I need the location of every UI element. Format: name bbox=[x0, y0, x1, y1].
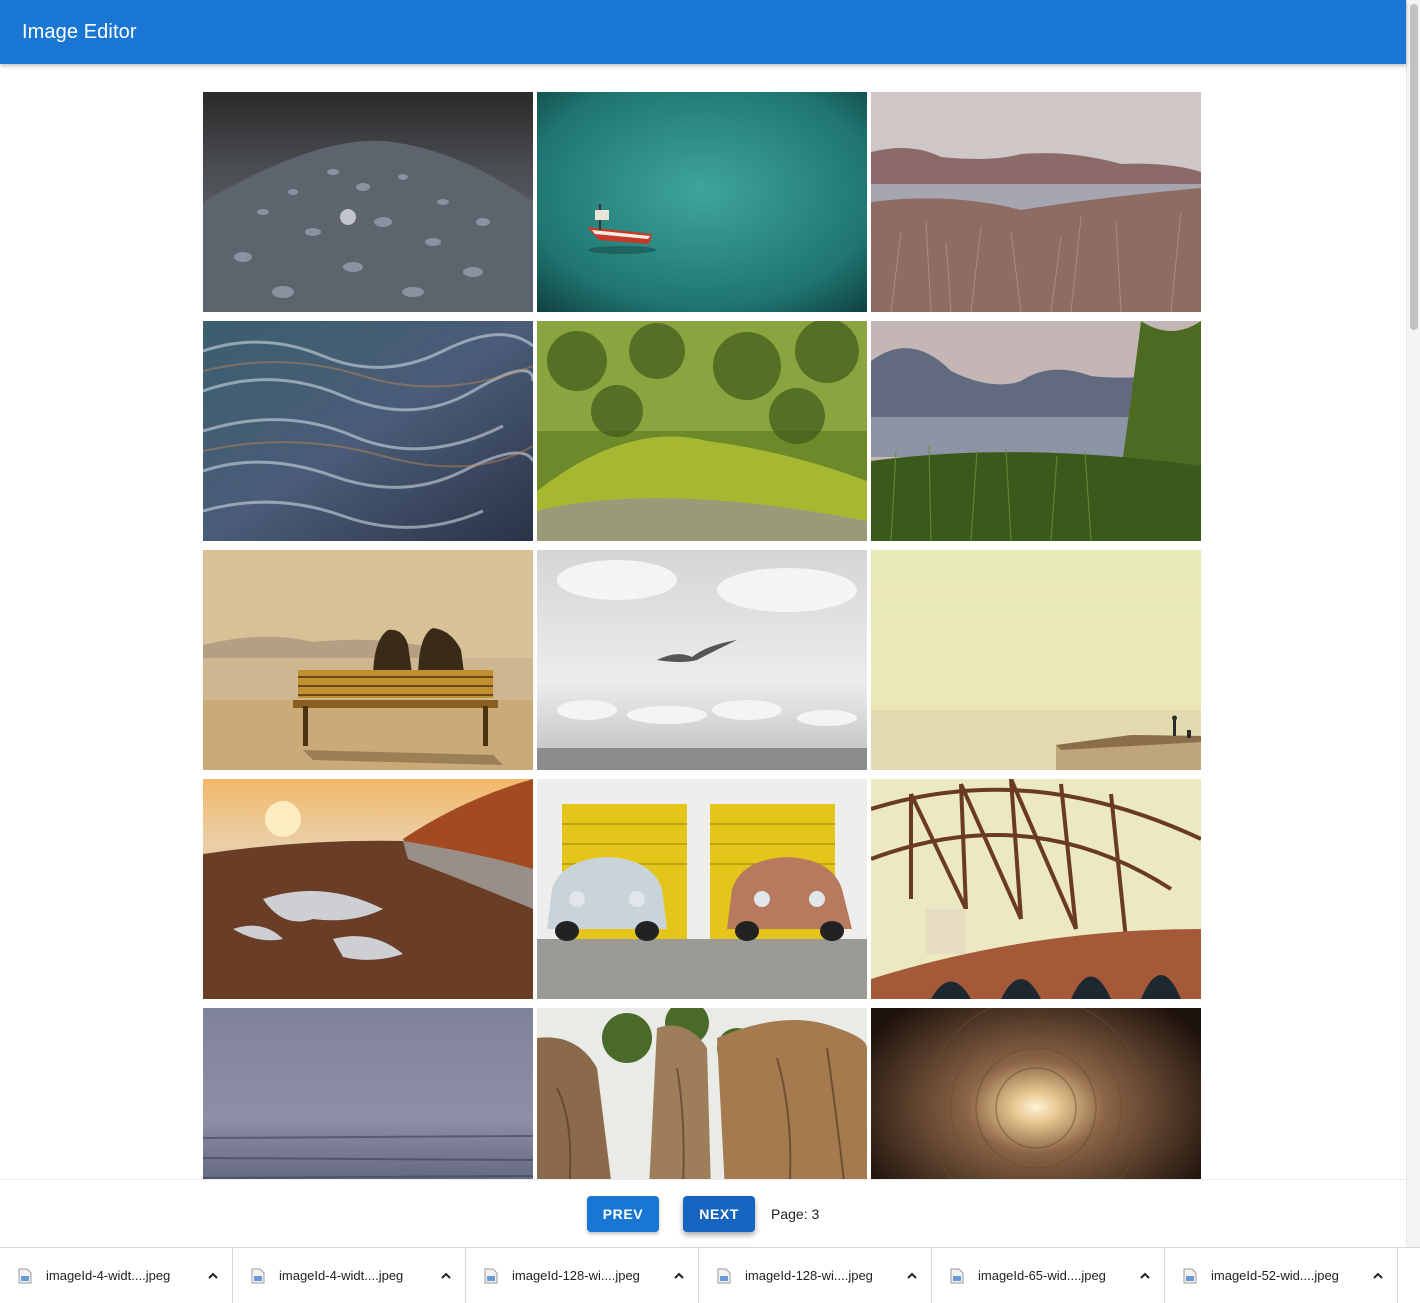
gallery-tile[interactable] bbox=[871, 92, 1201, 312]
app-bar: Image Editor bbox=[0, 0, 1406, 64]
page-indicator: Page: 3 bbox=[771, 1205, 820, 1222]
rippling-water-photo bbox=[203, 321, 533, 541]
download-item[interactable]: imageId-128-wi....jpeg bbox=[466, 1248, 699, 1303]
gallery-tile[interactable] bbox=[537, 321, 867, 541]
seagull-clouds-photo bbox=[537, 550, 867, 770]
page-scrollbar[interactable] bbox=[1406, 0, 1420, 1247]
gallery-tile[interactable] bbox=[203, 779, 533, 999]
download-item[interactable]: imageId-52-wid....jpeg bbox=[1165, 1248, 1398, 1303]
download-filename: imageId-52-wid....jpeg bbox=[1211, 1268, 1339, 1283]
chevron-up-icon[interactable] bbox=[206, 1269, 220, 1283]
chevron-up-icon[interactable] bbox=[905, 1269, 919, 1283]
download-filename: imageId-4-widt....jpeg bbox=[279, 1268, 404, 1283]
mossy-forest-photo bbox=[537, 321, 867, 541]
bridge-arches-photo bbox=[871, 779, 1201, 999]
chevron-up-icon[interactable] bbox=[1371, 1269, 1385, 1283]
gallery-tile[interactable] bbox=[871, 550, 1201, 770]
download-item[interactable]: imageId-4-widt....jpeg bbox=[233, 1248, 466, 1303]
image-file-icon bbox=[18, 1268, 32, 1283]
couple-on-bench-photo bbox=[203, 550, 533, 770]
download-item[interactable]: imageId-4-widt....jpeg bbox=[0, 1248, 233, 1303]
misty-sea-photo bbox=[203, 1008, 533, 1179]
pagination-bar: PREV NEXT Page: 3 bbox=[0, 1179, 1406, 1247]
download-item[interactable]: imageId-65-wid....jpeg bbox=[932, 1248, 1165, 1303]
download-filename: imageId-65-wid....jpeg bbox=[978, 1268, 1106, 1283]
download-filename: imageId-128-wi....jpeg bbox=[512, 1268, 640, 1283]
image-file-icon bbox=[251, 1268, 265, 1283]
sunset-puddle-road-photo bbox=[203, 779, 533, 999]
sandstone-rocks-photo bbox=[537, 1008, 867, 1179]
downloads-bar: imageId-4-widt....jpeg imageId-4-widt...… bbox=[0, 1247, 1420, 1303]
tunnel-light-photo bbox=[871, 1008, 1201, 1179]
chevron-up-icon[interactable] bbox=[672, 1269, 686, 1283]
gallery-tile[interactable] bbox=[203, 92, 533, 312]
gallery-tile[interactable] bbox=[871, 1008, 1201, 1179]
app-title: Image Editor bbox=[22, 20, 137, 43]
gallery-tile[interactable] bbox=[203, 1008, 533, 1179]
next-button[interactable]: NEXT bbox=[683, 1195, 755, 1232]
image-file-icon bbox=[717, 1268, 731, 1283]
gallery-viewport bbox=[0, 64, 1406, 1179]
image-file-icon bbox=[950, 1268, 964, 1283]
chevron-up-icon[interactable] bbox=[439, 1269, 453, 1283]
scrollbar-thumb[interactable] bbox=[1410, 4, 1418, 330]
gallery-tile[interactable] bbox=[871, 779, 1201, 999]
download-item[interactable]: imageId-128-wi....jpeg bbox=[699, 1248, 932, 1303]
gallery-tile[interactable] bbox=[871, 321, 1201, 541]
image-grid bbox=[203, 92, 1201, 1179]
gallery-tile[interactable] bbox=[203, 321, 533, 541]
hazy-sea-pier-photo bbox=[871, 550, 1201, 770]
boat-on-sea-photo bbox=[537, 92, 867, 312]
gallery-tile[interactable] bbox=[537, 1008, 867, 1179]
image-file-icon bbox=[484, 1268, 498, 1283]
download-filename: imageId-4-widt....jpeg bbox=[46, 1268, 171, 1283]
lake-hills-grass-photo bbox=[871, 92, 1201, 312]
download-filename: imageId-128-wi....jpeg bbox=[745, 1268, 873, 1283]
prev-button[interactable]: PREV bbox=[586, 1195, 660, 1232]
image-file-icon bbox=[1183, 1268, 1197, 1283]
water-droplets-photo bbox=[203, 92, 533, 312]
chevron-up-icon[interactable] bbox=[1138, 1269, 1152, 1283]
gallery-tile[interactable] bbox=[537, 92, 867, 312]
gallery-tile[interactable] bbox=[537, 779, 867, 999]
vintage-cars-photo bbox=[537, 779, 867, 999]
mountain-lake-reeds-photo bbox=[871, 321, 1201, 541]
gallery-tile[interactable] bbox=[537, 550, 867, 770]
gallery-tile[interactable] bbox=[203, 550, 533, 770]
